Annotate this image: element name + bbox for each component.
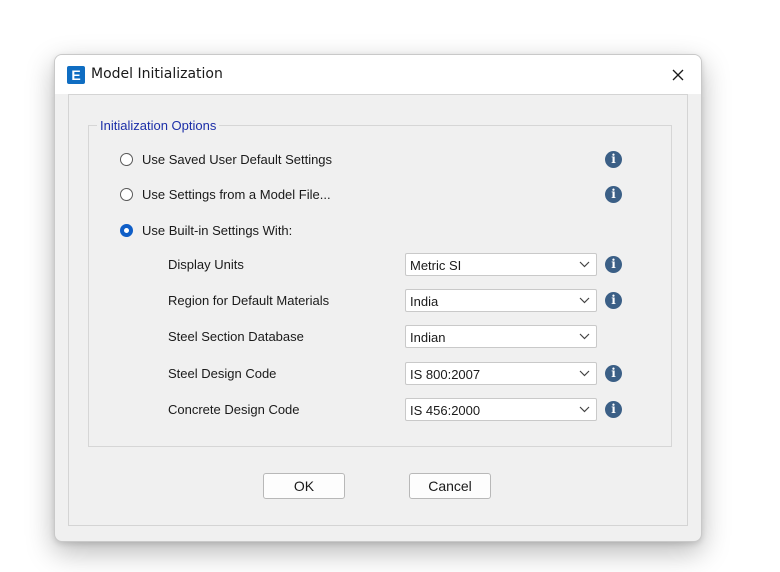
info-icon[interactable]: i bbox=[605, 292, 622, 309]
region-default-materials-dropdown[interactable]: India bbox=[405, 289, 597, 312]
radio-built-in-settings[interactable]: Use Built-in Settings With: bbox=[120, 220, 292, 240]
cancel-button[interactable]: Cancel bbox=[409, 473, 491, 499]
radio-button[interactable] bbox=[120, 152, 133, 166]
chevron-down-icon bbox=[579, 261, 590, 268]
ok-button[interactable]: OK bbox=[263, 473, 345, 499]
steel-design-code-dropdown[interactable]: IS 800:2007 bbox=[405, 362, 597, 385]
dropdown-value: Indian bbox=[410, 330, 446, 345]
dialog-title: Model Initialization bbox=[91, 66, 223, 82]
group-label: Initialization Options bbox=[97, 118, 220, 133]
title-bar: E Model Initialization bbox=[55, 55, 701, 94]
dropdown-value: IS 800:2007 bbox=[410, 367, 481, 382]
radio-button-selected[interactable] bbox=[120, 223, 133, 237]
radio-label: Use Settings from a Model File... bbox=[142, 186, 331, 202]
radio-button[interactable] bbox=[120, 187, 133, 201]
display-units-label: Display Units bbox=[168, 257, 244, 272]
chevron-down-icon bbox=[579, 370, 590, 377]
close-button[interactable] bbox=[663, 62, 693, 88]
chevron-down-icon bbox=[579, 406, 590, 413]
info-icon[interactable]: i bbox=[605, 186, 622, 203]
initialization-options-group: Initialization Options Use Saved User De… bbox=[88, 118, 672, 447]
chevron-down-icon bbox=[579, 297, 590, 304]
region-default-materials-label: Region for Default Materials bbox=[168, 293, 330, 308]
dropdown-value: India bbox=[410, 294, 439, 309]
dropdown-value: Metric SI bbox=[410, 258, 462, 273]
steel-design-code-label: Steel Design Code bbox=[168, 366, 277, 381]
info-icon[interactable]: i bbox=[605, 365, 622, 382]
chevron-down-icon bbox=[579, 333, 590, 340]
steel-section-database-label: Steel Section Database bbox=[168, 329, 304, 344]
concrete-design-code-label: Concrete Design Code bbox=[168, 402, 300, 417]
radio-model-file-settings[interactable]: Use Settings from a Model File... bbox=[120, 184, 331, 204]
info-icon[interactable]: i bbox=[605, 151, 622, 168]
radio-saved-user-defaults[interactable]: Use Saved User Default Settings bbox=[120, 149, 332, 169]
info-icon[interactable]: i bbox=[605, 256, 622, 273]
dialog-content: Initialization Options Use Saved User De… bbox=[68, 94, 688, 526]
steel-section-database-dropdown[interactable]: Indian bbox=[405, 325, 597, 348]
radio-label: Use Built-in Settings With: bbox=[142, 222, 293, 238]
dropdown-value: IS 456:2000 bbox=[410, 403, 481, 418]
display-units-dropdown[interactable]: Metric SI bbox=[405, 253, 597, 276]
close-icon bbox=[672, 69, 684, 81]
model-initialization-dialog: E Model Initialization Initialization Op… bbox=[54, 54, 702, 542]
info-icon[interactable]: i bbox=[605, 401, 622, 418]
app-logo-icon: E bbox=[67, 66, 85, 84]
radio-label: Use Saved User Default Settings bbox=[142, 151, 333, 167]
concrete-design-code-dropdown[interactable]: IS 456:2000 bbox=[405, 398, 597, 421]
